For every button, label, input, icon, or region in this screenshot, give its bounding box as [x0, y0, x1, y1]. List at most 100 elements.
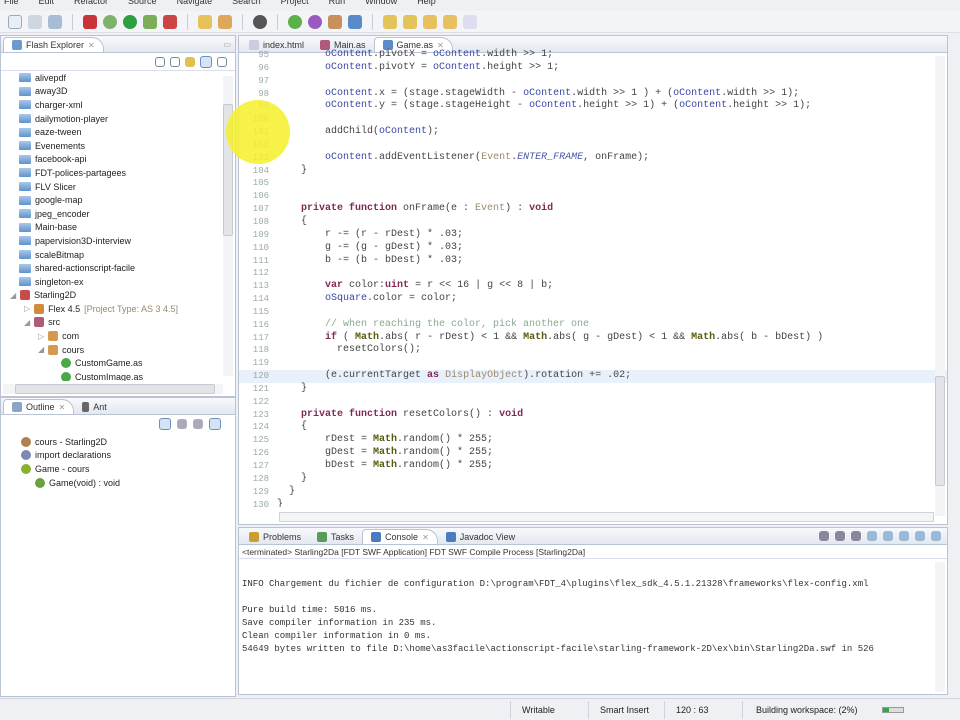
menu-refactor[interactable]: Refactor: [74, 0, 108, 8]
minimize-icon[interactable]: ▭: [223, 40, 231, 49]
tree-item[interactable]: Evenements: [19, 139, 235, 153]
tab-flash-explorer[interactable]: Flash Explorer ✕: [3, 37, 104, 52]
pin-console-icon[interactable]: [883, 531, 893, 541]
editor-hscrollbar[interactable]: [279, 512, 934, 522]
explorer-hscrollbar[interactable]: [3, 384, 223, 394]
console-output[interactable]: INFO Chargement du fichier de configurat…: [239, 559, 947, 662]
expanded-icon[interactable]: ◢: [38, 345, 44, 354]
expanded-icon[interactable]: ◢: [24, 318, 30, 327]
tree-item[interactable]: FLV Slicer: [19, 180, 235, 194]
code-token: oContent: [379, 126, 428, 138]
code-editor[interactable]: 95 oContent .pivotX = oContent .width >> 1…: [239, 47, 947, 507]
tree-item[interactable]: eaze-tween: [19, 125, 235, 139]
profile-icon[interactable]: [163, 14, 177, 29]
tree-item[interactable]: CustomImage.as: [19, 370, 235, 381]
new-file-icon[interactable]: [348, 14, 362, 29]
scroll-lock-icon[interactable]: [867, 531, 877, 541]
menu-navigate[interactable]: Navigate: [177, 0, 213, 8]
outline-item[interactable]: Game(void) : void: [21, 476, 235, 490]
tab-ant[interactable]: Ant: [74, 399, 115, 414]
filter-icon[interactable]: [185, 56, 195, 67]
editor-vscrollbar[interactable]: [935, 56, 945, 516]
hide-static-icon[interactable]: [193, 419, 203, 429]
hide-nonpublic-icon[interactable]: [209, 418, 221, 430]
close-icon[interactable]: ✕: [88, 41, 95, 50]
tree-item[interactable]: ◢ cours: [19, 343, 235, 357]
editor-vscroll-thumb[interactable]: [935, 376, 945, 486]
link-editor-icon[interactable]: [200, 55, 212, 68]
menu-edit[interactable]: Edit: [39, 0, 55, 8]
tree-item[interactable]: ▷ com: [19, 329, 235, 343]
display-console-icon[interactable]: [931, 531, 941, 541]
tab-javadoc-view[interactable]: Javadoc View: [438, 529, 523, 544]
debug-icon[interactable]: [103, 14, 117, 29]
tab-outline[interactable]: Outline ✕: [3, 399, 75, 414]
tree-item[interactable]: jpeg_encoder: [19, 207, 235, 221]
new-package-icon[interactable]: [328, 14, 342, 29]
menu-project[interactable]: Project: [281, 0, 309, 8]
tree-item[interactable]: scaleBitmap: [19, 248, 235, 262]
close-icon[interactable]: ✕: [59, 403, 66, 412]
menu-help[interactable]: Help: [417, 0, 436, 8]
tree-item[interactable]: Main-base: [19, 221, 235, 235]
outline-item[interactable]: import declarations: [21, 449, 235, 463]
open-folder-icon[interactable]: [198, 14, 212, 29]
tree-item[interactable]: papervision3D-interview: [19, 234, 235, 248]
collapse-all-icon[interactable]: [155, 56, 165, 67]
tree-item[interactable]: FDT-polices-partagees: [19, 166, 235, 180]
back-icon[interactable]: [423, 14, 437, 29]
remove-all-icon[interactable]: [851, 531, 861, 541]
tab-problems[interactable]: Problems: [241, 529, 309, 544]
tree-item[interactable]: CustomGame.as: [19, 356, 235, 370]
expand-all-icon[interactable]: [170, 56, 180, 67]
external-tools-icon[interactable]: [143, 14, 157, 29]
save-icon[interactable]: [28, 14, 42, 29]
new-class-icon[interactable]: [288, 14, 302, 29]
prev-annotation-icon[interactable]: [403, 14, 417, 29]
console-vscrollbar[interactable]: [935, 562, 945, 692]
forward-icon[interactable]: [463, 14, 477, 29]
tab-console[interactable]: Console ✕: [362, 529, 438, 544]
expanded-icon[interactable]: ◢: [10, 291, 16, 300]
new-interface-icon[interactable]: [308, 14, 322, 29]
collapsed-icon[interactable]: ▷: [24, 304, 30, 313]
tree-item[interactable]: alivepdf: [19, 71, 235, 85]
tree-item[interactable]: ◢ Starling2D: [10, 289, 235, 303]
menu-search[interactable]: Search: [232, 0, 261, 8]
tree-item[interactable]: shared-actionscript-facile: [19, 261, 235, 275]
word-wrap-icon[interactable]: [899, 531, 909, 541]
run-icon[interactable]: [123, 14, 137, 29]
menu-source[interactable]: Source: [128, 0, 157, 8]
tree-item[interactable]: away3D: [19, 85, 235, 99]
close-icon[interactable]: ✕: [422, 533, 429, 542]
tree-item[interactable]: singleton-ex: [19, 275, 235, 289]
menu-window[interactable]: Window: [365, 0, 397, 8]
tree-item[interactable]: ◢ src: [19, 316, 235, 330]
outline-item[interactable]: cours - Starling2D: [21, 435, 235, 449]
terminate-icon[interactable]: [819, 531, 829, 541]
menu-run[interactable]: Run: [329, 0, 346, 8]
sort-icon[interactable]: [159, 418, 171, 430]
code-line: 105: [239, 177, 947, 190]
forward-back-icon[interactable]: [443, 14, 457, 29]
tab-tasks[interactable]: Tasks: [309, 529, 362, 544]
view-menu-icon[interactable]: [217, 56, 227, 67]
outline-item[interactable]: Game - cours: [21, 462, 235, 476]
build-icon[interactable]: [218, 14, 232, 29]
stop-icon[interactable]: [83, 14, 97, 29]
collapsed-icon[interactable]: ▷: [38, 332, 44, 341]
status-progress-bar[interactable]: [882, 707, 904, 713]
refresh-icon[interactable]: [253, 14, 267, 29]
print-icon[interactable]: [48, 14, 62, 29]
hide-fields-icon[interactable]: [177, 419, 187, 429]
next-annotation-icon[interactable]: [383, 14, 397, 29]
remove-launch-icon[interactable]: [835, 531, 845, 541]
tree-item[interactable]: facebook-api: [19, 153, 235, 167]
menu-file[interactable]: File: [4, 0, 19, 8]
tree-item[interactable]: ▷ Flex 4.5 [Project Type: AS 3 4.5]: [19, 302, 235, 316]
tree-item[interactable]: dailymotion-player: [19, 112, 235, 126]
open-console-icon[interactable]: [915, 531, 925, 541]
tree-item[interactable]: charger-xml: [19, 98, 235, 112]
tree-item[interactable]: google-map: [19, 193, 235, 207]
new-icon[interactable]: [8, 14, 22, 29]
